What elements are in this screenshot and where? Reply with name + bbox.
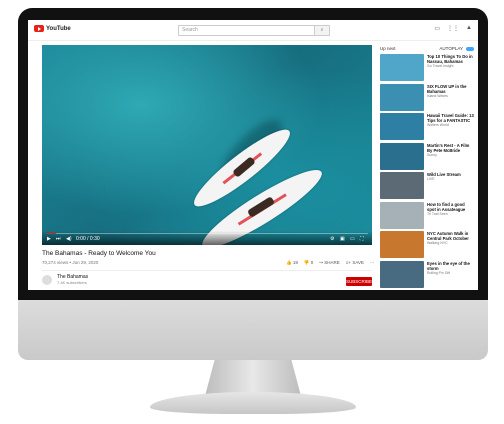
video-thumbnail[interactable]	[380, 231, 424, 258]
recommended-video[interactable]: How to find a good spot in Assateague Is…	[380, 201, 474, 231]
ocean-water	[42, 45, 372, 245]
recommended-video[interactable]: NYC Autumn Walk in Central Park October …	[380, 231, 474, 260]
search-icon: ⌕	[320, 27, 324, 33]
recommendations-list: Top 10 Things To Do in Nassau, Bahamas Go…	[380, 54, 474, 290]
next-icon[interactable]: ⏭	[56, 236, 61, 242]
like-count: 19	[292, 260, 298, 265]
recommended-video[interactable]: SIX FLOW UP in the Bahamas Island Waves	[380, 83, 474, 113]
monitor-stand-neck	[205, 360, 301, 396]
play-icon[interactable]: ▶	[47, 236, 51, 242]
up-next-label: Up next	[380, 46, 396, 51]
logo-text: YouTube	[46, 25, 71, 32]
like-button[interactable]: 👍 19	[286, 260, 298, 266]
notifications-icon[interactable]: ▲	[466, 25, 472, 32]
recommended-video[interactable]: Martin's Rest - A Film By Pete McBride Su…	[380, 142, 474, 172]
recommended-title: How to find a good spot in Assateague Is…	[427, 201, 466, 212]
miniplayer-icon[interactable]: ▣	[340, 236, 345, 242]
search-button[interactable]: ⌕	[314, 26, 329, 35]
top-icons: ▭ ⋮⋮ ▲	[434, 25, 472, 32]
save-label: SAVE	[352, 260, 364, 265]
video-thumbnail[interactable]	[380, 83, 424, 111]
recommended-title: Martin's Rest - A Film By Pete McBride	[427, 142, 470, 153]
recommended-video[interactable]: Hawaii Travel Guide: 13 Tips for a FANTA…	[380, 113, 474, 142]
recommended-title: Hawaii Travel Guide: 13 Tips for a FANTA…	[427, 113, 474, 123]
monitor-chin	[18, 300, 488, 360]
channel-info: The Bahamas 7.4K subscribers	[42, 274, 88, 285]
dislike-count: 0	[310, 260, 314, 265]
youtube-logo[interactable]: YouTube	[34, 25, 71, 32]
video-title: The Bahamas - Ready to Welcome You	[42, 250, 156, 257]
time-display: 0:00 / 0:30	[76, 236, 100, 242]
recommended-title: Top 10 Things To Do in Nassau, Bahamas	[427, 54, 473, 64]
recommended-channel: Walking NYC	[427, 241, 448, 245]
channel-avatar[interactable]	[42, 274, 52, 285]
apps-grid-icon[interactable]: ⋮⋮	[447, 25, 459, 32]
monitor-stand-foot	[150, 392, 356, 414]
recommended-video[interactable]: Wild Live Stream LIVE	[380, 172, 474, 201]
more-icon[interactable]: ⋯	[370, 260, 375, 266]
recommended-channel: Wolters World	[427, 123, 449, 127]
recommended-title: SIX FLOW UP in the Bahamas	[427, 83, 467, 94]
recommended-title: Eyes in the eye of the storm	[427, 260, 470, 271]
video-actions: 👍 19 👎 0 ↪ SHARE ≡+ SAVE ⋯	[286, 260, 374, 266]
play-logo-icon	[34, 25, 44, 32]
recommended-video[interactable]: Top 10 Things To Do in Nassau, Bahamas Go…	[380, 54, 474, 83]
video-meta: 70,274 views • Jun 29, 2020	[42, 260, 99, 265]
video-thumbnail[interactable]	[380, 142, 424, 170]
screen: YouTube Search ⌕ ▭ ⋮⋮ ▲ ▶ ⏭ ◀) 0:00 / 0:…	[28, 20, 478, 290]
top-bar: YouTube Search ⌕ ▭ ⋮⋮ ▲	[28, 20, 478, 41]
recommended-title: NYC Autumn Walk in Central Park October …	[427, 231, 469, 241]
recommended-channel: LIVE	[427, 177, 435, 181]
share-label: SHARE	[324, 260, 340, 265]
video-thumbnail[interactable]	[380, 54, 424, 81]
recommended-channel: Tri Trail Seen	[427, 211, 448, 216]
settings-icon[interactable]: ⚙	[330, 236, 334, 242]
player-controls: ▶ ⏭ ◀) 0:00 / 0:30 ⚙ ▣ ▭ ⛶	[42, 231, 372, 245]
sidebar-header: Up next AUTOPLAY	[380, 46, 474, 54]
recommended-channel: Rolling Pin Gift	[427, 270, 451, 275]
video-thumbnail[interactable]	[380, 113, 424, 140]
fullscreen-icon[interactable]: ⛶	[360, 236, 364, 242]
divider	[42, 270, 372, 271]
recommended-channel: Sunny	[427, 152, 437, 157]
recommended-channel: Island Waves	[427, 93, 448, 98]
subscribe-button[interactable]: SUBSCRIBE	[346, 277, 372, 286]
create-video-icon[interactable]: ▭	[434, 25, 440, 32]
video-thumbnail[interactable]	[380, 260, 424, 288]
video-thumbnail[interactable]	[380, 172, 424, 199]
recommended-video[interactable]: Eyes in the eye of the storm Rolling Pin …	[380, 260, 474, 290]
autoplay-toggle[interactable]: AUTOPLAY	[439, 46, 474, 51]
progress-bar[interactable]	[46, 233, 368, 234]
dislike-button[interactable]: 👎 0	[304, 260, 313, 266]
volume-icon[interactable]: ◀)	[66, 236, 72, 242]
search-placeholder: Search	[182, 27, 198, 33]
share-button[interactable]: ↪ SHARE	[319, 260, 340, 266]
video-player[interactable]: ▶ ⏭ ◀) 0:00 / 0:30 ⚙ ▣ ▭ ⛶	[42, 45, 372, 245]
video-thumbnail[interactable]	[380, 201, 424, 229]
theater-icon[interactable]: ▭	[350, 236, 355, 242]
channel-subs: 7.4K subscribers	[57, 280, 87, 285]
recommended-channel: Go Travel Insight	[427, 64, 454, 68]
toggle-icon	[466, 46, 474, 51]
search-input[interactable]: Search ⌕	[178, 25, 330, 36]
autoplay-label: AUTOPLAY	[439, 46, 463, 51]
save-button[interactable]: ≡+ SAVE	[346, 260, 364, 266]
progress-fill	[46, 233, 56, 234]
